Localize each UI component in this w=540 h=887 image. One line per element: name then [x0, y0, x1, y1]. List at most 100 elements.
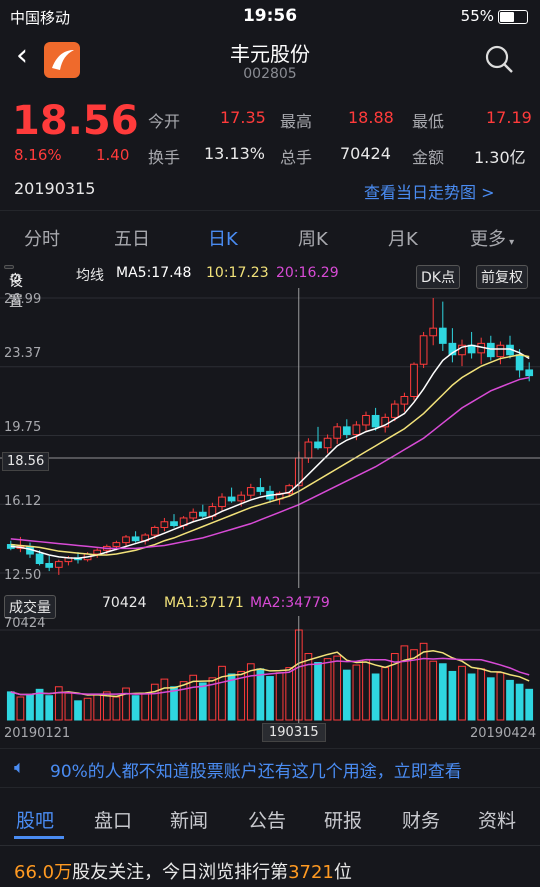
volume-toolbar: 成交量 70424 MA1:37171 MA2:34779 [0, 590, 540, 619]
volume-bar [419, 642, 428, 721]
follower-count: 66.0万 [14, 862, 73, 883]
candle-body [150, 526, 159, 536]
tab-announcement[interactable]: 公告 [248, 806, 286, 833]
ma20-line [10, 376, 530, 550]
volume-bar [150, 683, 159, 721]
volume-bar [371, 673, 380, 721]
tab-profile[interactable]: 资料 [478, 806, 516, 833]
volume-bar [314, 661, 322, 721]
volume-bar [83, 697, 92, 721]
candle-body [189, 511, 198, 519]
x-start-label: 20190121 [4, 726, 71, 741]
dk-button[interactable]: DK点 [416, 265, 460, 289]
change-amount: 1.40 [96, 146, 130, 164]
x-end-label: 20190424 [470, 726, 537, 741]
candle-body [515, 354, 524, 371]
tab-research[interactable]: 研报 [324, 806, 362, 833]
ma5-line [10, 344, 530, 559]
candle-body [54, 561, 63, 568]
volume-bar [16, 696, 25, 721]
volume-bar [352, 664, 361, 721]
search-icon[interactable] [484, 44, 514, 74]
period-tabs: 分时 五日 日K 周K 月K 更多 ▾ [0, 210, 540, 260]
volume-bar [275, 672, 284, 721]
volume-bar [429, 660, 438, 721]
more-dropdown-icon: ▾ [506, 237, 515, 248]
tab-more[interactable]: 更多 ▾ [470, 225, 514, 251]
volume-bar [467, 673, 476, 721]
candle-body [198, 511, 207, 517]
volume-bar [381, 667, 390, 721]
volume-ma2: MA2:34779 [250, 595, 330, 611]
volume-bar [486, 677, 495, 721]
candle-body [122, 536, 130, 544]
quote-panel: 18.56 8.16% 1.40 20190315 今开 17.35 最高 18… [0, 92, 540, 210]
volume-bar [179, 681, 188, 721]
y-tick-0: 26.99 [4, 292, 42, 307]
ad-text: 90%的人都不知道股票账户还有这几个用途，立即查看 [50, 762, 462, 782]
candle-body [256, 487, 265, 492]
y-tick-2: 19.75 [4, 420, 42, 435]
ad-banner[interactable]: 🔈︎ 90%的人都不知道股票账户还有这几个用途，立即查看 [0, 748, 540, 788]
candle-body [362, 414, 370, 426]
candle-body [227, 496, 236, 502]
volume-bar [525, 688, 534, 721]
tab-daily-k[interactable]: 日K [208, 225, 238, 251]
volume-bar [112, 696, 121, 721]
candle-body [304, 441, 313, 459]
low-value: 17.19 [486, 108, 532, 127]
volume-bar [266, 676, 274, 721]
volume-bar [256, 668, 265, 721]
tab-news[interactable]: 新闻 [170, 806, 208, 833]
tab-pankou[interactable]: 盘口 [94, 806, 132, 833]
volume-bar [64, 692, 73, 721]
turnover-label: 换手 [148, 148, 181, 167]
tab-five-day[interactable]: 五日 [114, 225, 150, 251]
candle-body [352, 424, 361, 435]
quote-date: 20190315 [14, 179, 96, 198]
volume-bar [218, 665, 226, 721]
volume-value: 70424 [340, 144, 391, 163]
tab-finance[interactable]: 财务 [402, 806, 440, 833]
volume-bar [362, 659, 370, 721]
tab-guba[interactable]: 股吧 [16, 806, 54, 833]
volume-label: 总手 [280, 148, 313, 167]
volume-bar [93, 693, 102, 721]
volume-chart[interactable] [0, 616, 540, 724]
ma-label: 均线 [76, 268, 104, 284]
tab-more-label: 更多 [470, 229, 506, 250]
volume-bar [131, 695, 140, 721]
candle-body [486, 342, 495, 358]
tab-monthly-k[interactable]: 月K [388, 225, 418, 251]
volume-bar [496, 672, 505, 721]
bottom-tabs: 股吧 盘口 新闻 公告 研报 财务 资料 [0, 792, 540, 846]
y-tick-4: 12.50 [4, 568, 42, 583]
footer-text-1: 股友关注，今日浏览排行第 [72, 862, 289, 883]
adjust-button[interactable]: 前复权 [476, 265, 528, 289]
candlestick-chart[interactable] [0, 288, 540, 588]
candle-body [333, 426, 342, 439]
tab-weekly-k[interactable]: 周K [298, 225, 328, 251]
candle-body [323, 437, 332, 449]
volume-bar [506, 679, 514, 721]
volume-bar [141, 692, 150, 721]
y-tick-1: 23.37 [4, 346, 42, 361]
candle-body [429, 327, 438, 337]
stock-header: ‹ 丰元股份 002805 [0, 34, 540, 92]
volume-ma1: MA1:37171 [164, 595, 244, 611]
candle-body [112, 542, 121, 547]
battery-status: 55% [461, 7, 528, 25]
volume-bar [400, 645, 409, 721]
settings-button[interactable]: ⚙ 设置 [4, 265, 23, 310]
candle-body [237, 494, 246, 502]
footer-info: 66.0万股友关注，今日浏览排行第3721位 [0, 850, 540, 887]
volume-bar [342, 669, 351, 721]
tab-intraday[interactable]: 分时 [24, 225, 60, 251]
candle-body [45, 563, 54, 568]
intraday-link[interactable]: 查看当日走势图 > [364, 179, 495, 203]
candle-body [371, 414, 380, 428]
candle-body [342, 426, 351, 435]
volume-bar [438, 663, 447, 721]
candle-body [170, 521, 178, 527]
volume-bar [160, 678, 169, 721]
